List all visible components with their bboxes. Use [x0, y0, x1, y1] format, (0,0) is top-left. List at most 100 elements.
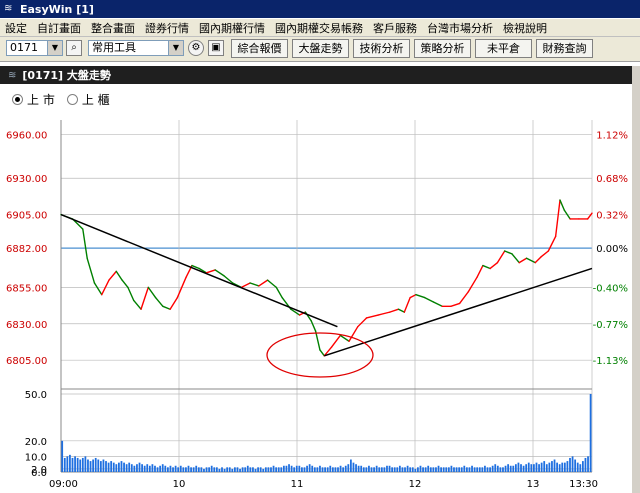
volume-bar — [246, 465, 249, 472]
volume-bar — [154, 465, 156, 472]
radio-dot-icon[interactable] — [12, 93, 23, 105]
volume-bar — [512, 465, 515, 472]
app-logo-icon: ≋ — [4, 3, 13, 14]
volume-bar — [301, 467, 303, 472]
menu-bar: 設定 自訂畫面 整合畫面 證券行情 國內期權行情 國內期權交易帳務 客戶服務 台… — [0, 19, 640, 37]
menu-securities-quotes[interactable]: 證券行情 — [140, 20, 194, 36]
financial-query-button[interactable]: 財務查詢 — [536, 39, 593, 58]
volume-bar — [190, 467, 192, 472]
percent-tick-label: -0.40% — [593, 283, 628, 294]
volume-bar — [208, 467, 211, 472]
volume-bar — [123, 462, 125, 472]
volume-bar — [205, 467, 208, 472]
time-tick-label: 10 — [173, 479, 186, 490]
volume-bar — [306, 465, 308, 472]
radio-otc[interactable]: 上 櫃 — [66, 91, 110, 108]
volume-bar — [476, 467, 479, 472]
volume-bar — [442, 467, 445, 472]
volume-bar — [81, 457, 84, 472]
volume-bar — [244, 467, 247, 472]
menu-integrated-screen[interactable]: 整合畫面 — [86, 20, 140, 36]
market-trend-button[interactable]: 大盤走勢 — [292, 39, 349, 58]
chevron-down-icon[interactable]: ▼ — [47, 41, 62, 55]
tool-select[interactable]: 常用工具 ▼ — [88, 40, 184, 56]
volume-bar — [465, 467, 468, 472]
volume-bar — [169, 465, 172, 472]
volume-bar — [491, 465, 494, 472]
time-tick-label: 12 — [409, 479, 422, 490]
volume-bar — [311, 465, 314, 472]
volume-bar — [391, 467, 394, 472]
volume-bar — [262, 468, 265, 472]
chevron-down-icon[interactable]: ▼ — [168, 41, 183, 55]
menu-settings[interactable]: 設定 — [0, 20, 32, 36]
volume-bar — [520, 464, 522, 472]
volume-bar — [362, 467, 365, 472]
volume-bar — [455, 467, 458, 472]
volume-bar — [574, 459, 577, 472]
tool-select-value: 常用工具 — [92, 41, 136, 54]
volume-bar — [427, 465, 430, 472]
zoom-search-icon[interactable]: ⌕ — [66, 40, 82, 56]
menu-custom-screen[interactable]: 自訂畫面 — [32, 20, 86, 36]
menu-help[interactable]: 檢視說明 — [498, 20, 552, 36]
volume-bar — [398, 465, 401, 472]
volume-bar — [71, 457, 74, 472]
time-tick-label: 09:00 — [49, 479, 78, 490]
menu-domestic-futures-quotes[interactable]: 國內期權行情 — [194, 20, 270, 36]
volume-bar — [481, 467, 484, 472]
open-interest-button[interactable]: 未平倉 — [475, 39, 532, 58]
window-icon[interactable]: ▣ — [208, 40, 224, 56]
volume-bar — [370, 467, 373, 472]
menu-futures-trading-account[interactable]: 國內期權交易帳務 — [270, 20, 368, 36]
volume-bar — [282, 465, 285, 472]
symbol-combo[interactable]: 0171 ▼ — [6, 40, 63, 56]
volume-bar — [319, 465, 321, 472]
volume-bar — [259, 467, 262, 472]
time-tick-label: 13:30 — [569, 479, 598, 490]
volume-bar — [388, 465, 391, 472]
radio-dot-icon[interactable] — [66, 93, 78, 105]
volume-bar — [174, 465, 177, 472]
volume-bar — [396, 467, 399, 472]
volume-bar — [290, 465, 293, 472]
gear-icon[interactable]: ⚙ — [188, 40, 204, 56]
volume-bar — [141, 464, 143, 472]
volume-bar — [316, 467, 319, 472]
volume-tick-label: 50.0 — [25, 390, 47, 401]
volume-bar — [556, 462, 558, 472]
volume-bar — [509, 465, 512, 472]
volume-bar — [535, 462, 538, 472]
strategy-analysis-button[interactable]: 策略分析 — [414, 39, 471, 58]
volume-bar — [375, 465, 378, 472]
percent-tick-label: -1.13% — [593, 356, 628, 367]
menu-customer-service[interactable]: 客戶服務 — [368, 20, 422, 36]
menu-market-analysis[interactable]: 台灣市場分析 — [422, 20, 498, 36]
volume-bar — [450, 465, 453, 472]
volume-bar — [324, 467, 326, 472]
volume-bar — [424, 467, 427, 472]
volume-bar — [551, 461, 553, 472]
percent-tick-label: 1.12% — [596, 131, 628, 142]
volume-bar — [215, 467, 218, 472]
vertical-scrollbar[interactable] — [632, 66, 640, 493]
volume-bar — [164, 465, 167, 472]
volume-bar — [484, 465, 486, 472]
radio-listed[interactable]: 上 市 — [12, 91, 55, 108]
price-tick-label: 6830.00 — [6, 320, 47, 331]
volume-bar — [143, 465, 146, 472]
volume-bar — [76, 457, 79, 472]
volume-bar — [584, 457, 587, 472]
volume-bar — [417, 467, 419, 472]
volume-bar — [453, 467, 455, 472]
technical-analysis-button[interactable]: 技術分析 — [353, 39, 410, 58]
volume-bar — [342, 467, 345, 472]
quote-summary-button[interactable]: 綜合報價 — [231, 39, 288, 58]
volume-bar — [94, 457, 97, 472]
volume-bar — [473, 467, 476, 472]
volume-bar — [254, 468, 257, 472]
volume-bar — [357, 465, 360, 472]
time-tick-label: 11 — [291, 479, 304, 490]
volume-bar — [321, 467, 324, 472]
volume-bar — [87, 459, 89, 472]
